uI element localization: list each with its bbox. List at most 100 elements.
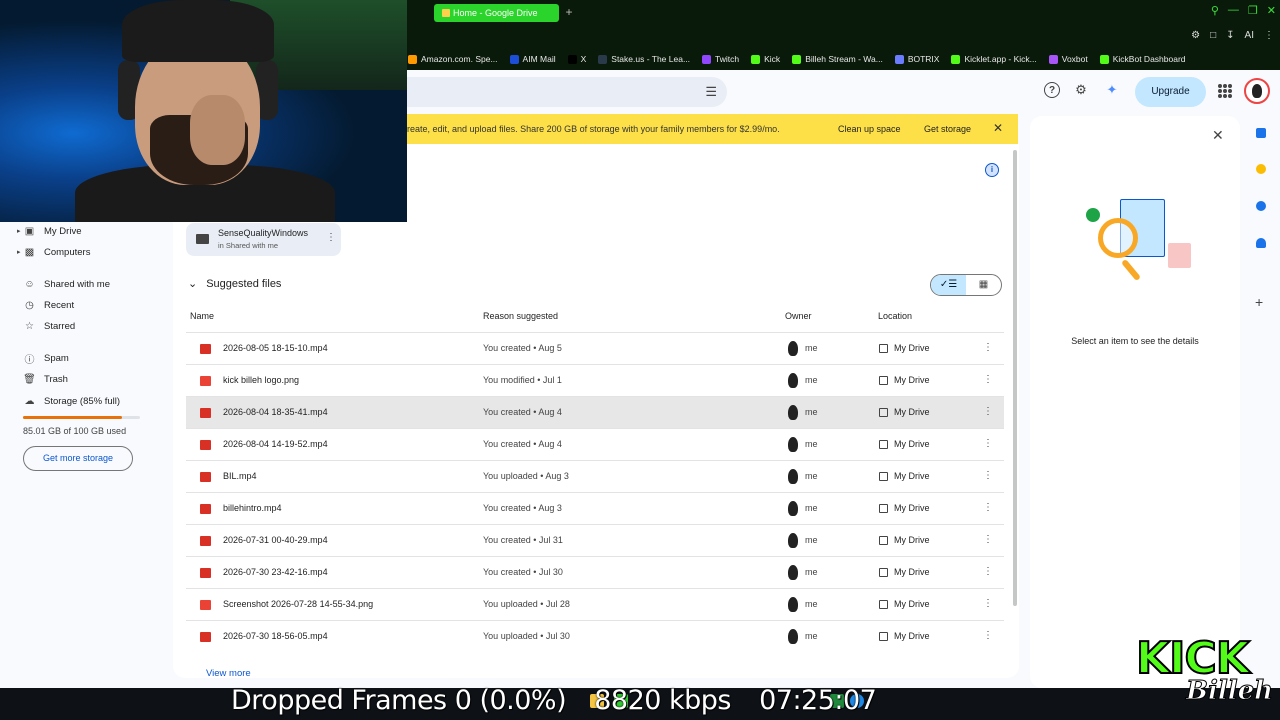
search-input[interactable]: ☰ (407, 77, 727, 107)
bookmark-item[interactable]: KickBot Dashboard (1099, 54, 1186, 64)
download-icon[interactable]: ↧ (1226, 30, 1234, 41)
sidebar-item-trash[interactable]: 🗑 Trash (23, 370, 68, 388)
avatar[interactable] (1244, 78, 1270, 104)
location-link[interactable]: My Drive (894, 503, 930, 513)
location-link[interactable]: My Drive (894, 599, 930, 609)
sidebar-item-storage[interactable]: ☁ Storage (85% full) (23, 392, 121, 410)
menu-icon[interactable]: ⋮ (1264, 30, 1274, 41)
search-options-icon[interactable]: ☰ (705, 84, 717, 100)
more-options-icon[interactable]: ⋮ (983, 598, 993, 609)
more-options-icon[interactable]: ⋮ (983, 374, 993, 385)
bookmark-item[interactable]: Amazon.com. Spe... (408, 54, 498, 64)
bookmark-item[interactable]: AIM Mail (509, 54, 556, 64)
caret-right-icon[interactable]: ▸ (17, 248, 21, 256)
more-options-icon[interactable]: ⋮ (983, 534, 993, 545)
gemini-icon[interactable]: ✦ (1104, 82, 1120, 98)
location-link[interactable]: My Drive (894, 407, 930, 417)
close-icon[interactable]: ✕ (993, 121, 1003, 135)
more-options-icon[interactable]: ⋮ (983, 502, 993, 513)
bookmark-item[interactable]: Twitch (702, 54, 739, 64)
more-options-icon[interactable]: ⋮ (326, 232, 336, 243)
table-row[interactable]: 2026-08-04 18-35-41.mp4 You created • Aug… (186, 396, 1004, 428)
search-tabs-icon[interactable]: ⚲ (1211, 4, 1219, 17)
bookmark-item[interactable]: Voxbot (1048, 54, 1088, 64)
calendar-icon[interactable] (1256, 128, 1266, 138)
close-icon[interactable]: ✕ (1212, 127, 1224, 144)
caret-right-icon[interactable]: ▸ (17, 227, 21, 235)
table-row[interactable]: Screenshot 2026-07-28 14-55-34.png You up… (186, 588, 1004, 620)
bookmark-item[interactable]: Kicklet.app - Kick... (951, 54, 1037, 64)
sidebar-item-my-drive[interactable]: ▸ ▣ My Drive (17, 222, 81, 240)
sidebar-item-label: Computers (44, 246, 91, 258)
contacts-icon[interactable] (1256, 238, 1266, 248)
get-more-storage-button[interactable]: Get more storage (23, 446, 133, 471)
view-more-link[interactable]: View more (206, 668, 251, 679)
sidebar-item-starred[interactable]: ☆ Starred (23, 317, 75, 335)
location-link[interactable]: My Drive (894, 343, 930, 353)
keep-icon[interactable] (1256, 164, 1266, 174)
table-row[interactable]: kick billeh logo.png You modified • Jul 1… (186, 364, 1004, 396)
tab-google-drive[interactable]: Home - Google Drive (434, 4, 559, 22)
spam-icon: ⓘ (24, 354, 35, 366)
help-icon[interactable]: ? (1044, 82, 1060, 98)
table-row[interactable]: 2026-08-05 18-15-10.mp4 You created • Aug… (186, 332, 1004, 364)
more-options-icon[interactable]: ⋮ (983, 566, 993, 577)
apps-grid-icon[interactable] (1218, 84, 1232, 98)
tasks-icon[interactable] (1256, 201, 1266, 211)
file-name: 2026-07-30 18-56-05.mp4 (223, 631, 328, 641)
table-row[interactable]: BIL.mp4 You uploaded • Aug 3 me My Drive ⋮ (186, 460, 1004, 492)
drive-icon (879, 440, 888, 449)
more-options-icon[interactable]: ⋮ (983, 406, 993, 417)
column-header-name[interactable]: Name (190, 311, 214, 321)
sidebar-item-shared-with-me[interactable]: ☺ Shared with me (23, 275, 110, 293)
info-icon[interactable]: i (985, 163, 999, 177)
people-icon: ☺ (24, 278, 35, 290)
table-row[interactable]: 2026-07-31 00-40-29.mp4 You created • Jul… (186, 524, 1004, 556)
maximize-button[interactable]: ❐ (1248, 4, 1258, 17)
folder-card[interactable]: SenseQualityWindows in Shared with me ⋮ (186, 223, 341, 256)
location-link[interactable]: My Drive (894, 535, 930, 545)
bookmark-item[interactable]: Billeh Stream - Wa... (792, 54, 883, 64)
clean-up-space-button[interactable]: Clean up space (838, 124, 901, 134)
owner-name: me (805, 567, 818, 577)
folder-icon[interactable]: □ (1210, 30, 1216, 41)
bookmark-item[interactable]: Kick (751, 54, 780, 64)
bookmark-item[interactable]: BOTRIX (894, 54, 939, 64)
close-window-button[interactable]: ✕ (1267, 4, 1276, 17)
more-options-icon[interactable]: ⋮ (983, 438, 993, 449)
grid-view-button[interactable]: ▦ (966, 275, 1001, 295)
extensions-icon[interactable]: ⚙ (1191, 30, 1200, 41)
scrollbar[interactable] (1013, 150, 1017, 606)
bookmark-item[interactable]: Stake.us - The Lea... (598, 54, 690, 64)
location-link[interactable]: My Drive (894, 567, 930, 577)
add-addon-icon[interactable]: + (1255, 294, 1263, 310)
more-options-icon[interactable]: ⋮ (983, 470, 993, 481)
sidebar-item-recent[interactable]: ◷ Recent (23, 296, 74, 314)
table-row[interactable]: 2026-07-30 18-56-05.mp4 You uploaded • Ju… (186, 620, 1004, 652)
more-options-icon[interactable]: ⋮ (983, 630, 993, 641)
bookmark-favicon-icon (702, 54, 712, 64)
list-view-button[interactable]: ✓☰ (931, 275, 966, 295)
suggested-files-toggle[interactable]: ⌄ Suggested files (188, 277, 281, 291)
bookmark-item[interactable]: X (567, 54, 586, 64)
sidebar-item-computers[interactable]: ▸ ▩ Computers (17, 243, 91, 261)
gear-icon[interactable]: ⚙ (1073, 82, 1089, 98)
upgrade-button[interactable]: Upgrade (1135, 77, 1206, 107)
bookmark-label: Kick (764, 54, 781, 64)
location-link[interactable]: My Drive (894, 375, 930, 385)
minimize-button[interactable]: — (1228, 4, 1239, 17)
sidebar-item-spam[interactable]: ⓘ Spam (23, 349, 69, 367)
location-link[interactable]: My Drive (894, 471, 930, 481)
get-storage-button[interactable]: Get storage (924, 124, 971, 134)
new-tab-button[interactable]: + (563, 5, 575, 19)
file-name: kick billeh logo.png (223, 375, 300, 385)
table-row[interactable]: billehintro.mp4 You created • Aug 3 me My D… (186, 492, 1004, 524)
table-row[interactable]: 2026-07-30 23-42-16.mp4 You created • Jul… (186, 556, 1004, 588)
location-link[interactable]: My Drive (894, 439, 930, 449)
table-row[interactable]: 2026-08-04 14-19-52.mp4 You created • Aug… (186, 428, 1004, 460)
owner-avatar (788, 501, 798, 516)
more-options-icon[interactable]: ⋮ (983, 342, 993, 353)
kick-logo: KICK Billeh (1135, 635, 1274, 714)
ai-button[interactable]: AI (1245, 30, 1254, 41)
location-link[interactable]: My Drive (894, 631, 930, 641)
